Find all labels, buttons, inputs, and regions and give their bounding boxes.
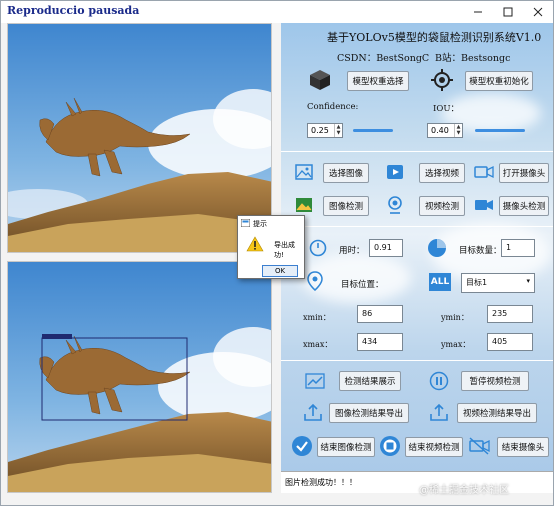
webcam-icon <box>388 196 402 214</box>
maximize-icon <box>503 7 513 17</box>
location-pin-icon <box>307 271 323 291</box>
xmax-label: xmax： <box>303 340 333 349</box>
confidence-label: Confidence: <box>307 102 359 112</box>
bilibili-label: B站：Bestsongc <box>435 53 511 64</box>
chevron-down-icon: ▾ <box>526 277 530 285</box>
window-title: Reproduccio pausada <box>7 4 140 17</box>
close-icon <box>533 7 543 17</box>
camera-detect-button[interactable]: 摄像头检测 <box>499 196 549 216</box>
video-play-icon <box>387 165 403 179</box>
stop-icon <box>380 436 400 456</box>
pause-icon <box>429 371 449 391</box>
all-icon: ALL <box>429 273 451 291</box>
time-field: 0.91 <box>369 239 403 257</box>
spin-arrows-icon[interactable]: ▲ ▼ <box>454 124 462 137</box>
xmin-field: 86 <box>357 305 403 323</box>
image-detect-icon <box>296 198 312 212</box>
xmin-label: xmin： <box>303 313 331 322</box>
kangaroo-photo-original <box>8 24 271 252</box>
select-image-button[interactable]: 选择图像 <box>323 163 369 183</box>
iou-value: 0.40 <box>431 126 449 135</box>
ymin-field: 235 <box>487 305 533 323</box>
kangaroo-photo-detected <box>8 262 271 492</box>
iou-label: IOU： <box>433 104 459 114</box>
count-field: 1 <box>501 239 535 257</box>
detection-image-view <box>7 261 272 493</box>
export-video-button[interactable]: 视频检测结果导出 <box>457 403 537 423</box>
image-detect-button[interactable]: 图像检测 <box>323 196 369 216</box>
check-circle-icon <box>292 436 312 456</box>
maximize-button[interactable] <box>493 1 523 23</box>
spin-arrows-icon[interactable]: ▲ ▼ <box>334 124 342 137</box>
dialog-title: 提示 <box>253 220 267 228</box>
xmax-field: 434 <box>357 333 403 351</box>
ymax-field: 405 <box>487 333 533 351</box>
model-cube-icon <box>310 70 330 90</box>
end-camera-button[interactable]: 结束摄像头 <box>497 437 549 457</box>
upload-icon <box>304 403 322 421</box>
confidence-value: 0.25 <box>311 126 329 135</box>
ok-button[interactable]: OK <box>262 265 298 277</box>
confidence-spinbox[interactable]: 0.25 ▲ ▼ <box>307 123 343 138</box>
app-title: 基于YOLOv5模型的袋鼠检测识别系统V1.0 <box>327 31 542 44</box>
camera-off-icon <box>469 437 490 455</box>
image-icon <box>295 164 313 180</box>
count-label: 目标数量： <box>459 246 502 256</box>
dialog-message: 导出成功! <box>274 241 295 259</box>
app-window: Reproduccio pausada 基于YOLOv5模型的袋鼠检测识别系统V… <box>0 0 554 506</box>
target-dropdown[interactable]: 目标1 ▾ <box>461 273 535 293</box>
ymax-label: ymax： <box>441 340 471 349</box>
timer-icon <box>309 239 327 257</box>
status-message: 图片检测成功！！！ <box>285 478 357 487</box>
message-dialog: 提示 导出成功! OK <box>237 215 305 279</box>
end-image-detect-button[interactable]: 结束图像检测 <box>317 437 375 457</box>
app-icon <box>241 219 250 227</box>
open-camera-button[interactable]: 打开摄像头 <box>499 163 549 183</box>
select-video-button[interactable]: 选择视频 <box>419 163 465 183</box>
iou-spinbox[interactable]: 0.40 ▲ ▼ <box>427 123 463 138</box>
warning-icon <box>246 236 264 252</box>
video-detect-button[interactable]: 视频检测 <box>419 196 465 216</box>
status-bar: 图片检测成功！！！ <box>281 471 553 493</box>
upload-icon <box>430 403 448 421</box>
show-results-button[interactable]: 检测结果展示 <box>339 371 401 391</box>
close-button[interactable] <box>523 1 553 23</box>
pie-chart-icon <box>428 239 446 257</box>
original-image-view <box>7 23 272 253</box>
target-init-icon <box>431 69 453 91</box>
control-panel: 基于YOLOv5模型的袋鼠检测识别系统V1.0 CSDN：BestSongC B… <box>281 23 553 493</box>
iou-slider[interactable] <box>475 129 525 132</box>
minimize-icon <box>474 11 482 13</box>
pause-video-button[interactable]: 暂停视频检测 <box>461 371 529 391</box>
dialog-title-bar: 提示 <box>238 216 304 230</box>
line-chart-icon <box>305 373 325 389</box>
export-image-button[interactable]: 图像检测结果导出 <box>329 403 409 423</box>
confidence-slider[interactable] <box>353 129 393 132</box>
minimize-button[interactable] <box>463 1 493 23</box>
csdn-label: CSDN：BestSongC <box>337 53 430 64</box>
camera-icon <box>474 165 494 179</box>
model-init-button[interactable]: 模型权重初始化 <box>465 71 533 91</box>
title-bar: Reproduccio pausada <box>1 1 553 23</box>
end-video-detect-button[interactable]: 结束视频检测 <box>405 437 463 457</box>
time-label: 用时： <box>339 246 365 256</box>
camcorder-icon <box>475 200 493 210</box>
model-select-button[interactable]: 模型权重选择 <box>347 71 409 91</box>
ymin-label: ymin： <box>441 313 469 322</box>
target-dropdown-value: 目标1 <box>466 278 488 287</box>
detection-bbox-label <box>42 334 72 339</box>
position-label: 目标位置： <box>341 280 384 290</box>
watermark: @稀土掘金技术社区 <box>419 485 509 496</box>
